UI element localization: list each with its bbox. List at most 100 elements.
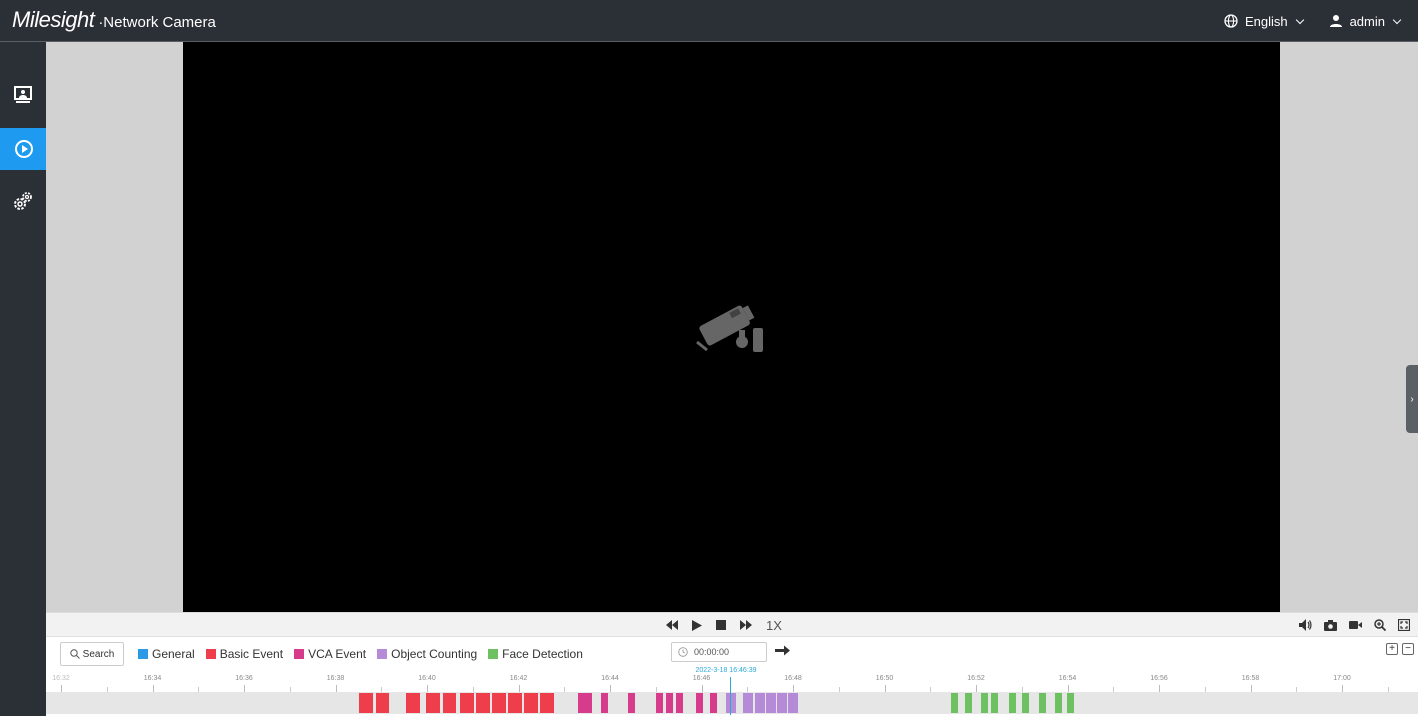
legend-label: Face Detection [502,647,583,661]
recording-segment[interactable] [755,693,765,713]
recording-segment[interactable] [726,693,736,713]
recording-segment[interactable] [359,693,373,713]
tick-label: 16:42 [509,675,528,682]
legend-item[interactable]: Object Counting [377,647,477,661]
app-window: Milesight ·Network Camera English admin [0,0,1418,716]
sidebar-item-settings[interactable] [0,180,46,222]
playback-icon [15,140,33,158]
timeline-zoom-in-button[interactable]: + [1386,643,1398,655]
legend-item[interactable]: General [138,647,195,661]
recording-segment[interactable] [376,693,389,713]
fullscreen-icon[interactable] [1398,619,1410,631]
brand: Milesight ·Network Camera [12,7,216,35]
recording-segment[interactable] [601,693,608,713]
video-stage: › [46,42,1418,612]
legend-swatch [377,649,388,659]
recording-segment[interactable] [1055,693,1062,713]
time-value: 00:00:00 [694,647,730,657]
timeline-zoom-out-button[interactable]: − [1402,643,1414,655]
recording-segment[interactable] [524,693,538,713]
recording-segment[interactable] [981,693,988,713]
timeline-panel: Search General Basic Event VCA Event Object… [46,636,1418,716]
chevron-down-icon [1295,15,1304,24]
search-icon [69,649,80,659]
search-label: Search [82,648,115,660]
zoom-icon[interactable] [1374,619,1386,631]
recording-segment[interactable] [696,693,703,713]
recording-segment[interactable] [476,693,490,713]
recording-segment[interactable] [965,693,972,713]
tick-label: 16:36 [235,675,253,682]
recording-segment[interactable] [1039,693,1046,713]
recording-segment[interactable] [443,693,456,713]
recording-segment[interactable] [766,693,776,713]
legend-swatch [138,649,148,659]
recording-segment[interactable] [540,693,554,713]
side-panel-toggle[interactable]: › [1406,365,1418,433]
tick-label: 16:46 [692,675,711,682]
recording-segment[interactable] [406,693,420,713]
tick-label: 16:56 [1150,675,1168,682]
legend-swatch [205,649,216,659]
recording-segment[interactable] [460,693,474,713]
chevron-down-icon [1392,15,1402,24]
time-input[interactable]: 00:00:00 [671,642,767,662]
recording-segment[interactable] [508,693,522,713]
recording-segment[interactable] [1067,693,1074,713]
recording-segment[interactable] [666,693,673,713]
legend-item[interactable]: Basic Event [205,647,283,661]
playback-speed[interactable]: 1X [766,618,782,633]
tick-label: 16:48 [784,675,802,682]
recording-segment[interactable] [578,693,592,713]
brand-product-name: ·Network Camera [98,14,216,31]
legend-label: General [152,647,195,661]
recording-segment[interactable] [991,693,998,713]
playback-controls: 1X [46,612,1418,636]
video-player[interactable] [183,42,1280,612]
fast-forward-icon[interactable] [740,620,752,630]
user-menu[interactable]: admin [1329,14,1402,29]
event-legend: General Basic Event VCA Event Object Counti… [138,647,583,661]
timeline-ruler[interactable]: 16:32 16:34 16:36 16:38 16:40 16:42 16:44 16:46… [46,667,1418,716]
recording-segment[interactable] [676,693,683,713]
legend-item[interactable]: Face Detection [488,647,583,661]
go-arrow-icon[interactable] [775,645,790,656]
clock-icon [678,647,688,657]
record-icon[interactable] [1349,620,1362,630]
playhead-line[interactable] [730,677,731,715]
tick-label: 16:40 [418,675,436,682]
recording-segment[interactable] [743,693,753,713]
recording-segment[interactable] [777,693,787,713]
legend-swatch [294,649,305,659]
recording-track[interactable] [46,692,1418,714]
legend-label: Object Counting [391,647,478,661]
top-bar: Milesight ·Network Camera English admin [0,0,1418,42]
user-icon [1329,15,1342,27]
language-label: English [1244,13,1288,29]
language-selector[interactable]: English [1224,13,1304,29]
recording-segment[interactable] [656,693,663,713]
sidebar [0,42,48,716]
tick-label: 16:38 [326,675,345,682]
recording-segment[interactable] [1022,693,1029,713]
volume-icon[interactable] [1299,619,1312,631]
snapshot-icon[interactable] [1324,619,1337,631]
recording-segment[interactable] [1009,693,1016,713]
recording-segment[interactable] [951,693,958,713]
recording-segment[interactable] [492,693,506,713]
recording-segment[interactable] [426,693,440,713]
recording-segment[interactable] [710,693,717,713]
sidebar-item-playback[interactable] [0,128,48,170]
recording-segment[interactable] [788,693,798,713]
sidebar-item-live-view[interactable] [0,74,46,116]
tick-label: 16:52 [967,675,985,682]
stop-icon[interactable] [716,620,726,630]
no-camera-icon [696,305,763,352]
play-icon[interactable] [692,619,702,631]
tick-label: 16:50 [875,675,894,682]
recording-segment[interactable] [628,693,635,713]
search-button[interactable]: Search [60,642,124,666]
legend-item[interactable]: VCA Event [294,647,366,661]
rewind-icon[interactable] [666,620,678,630]
globe-icon [1224,14,1238,28]
